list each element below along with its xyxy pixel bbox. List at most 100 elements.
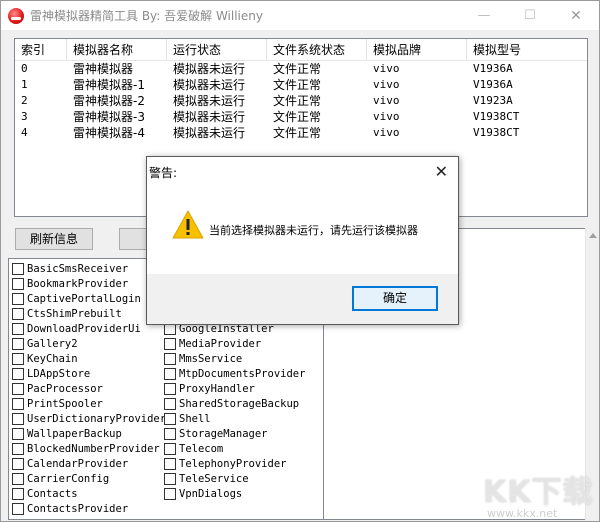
- checkbox-label: ProxyHandler: [179, 382, 255, 395]
- checkbox[interactable]: [164, 367, 176, 380]
- package-checkbox-item[interactable]: PacProcessor: [12, 381, 103, 396]
- checkbox-label: Contacts: [27, 487, 78, 500]
- package-checkbox-item[interactable]: LDAppStore: [12, 366, 90, 381]
- checkbox[interactable]: [164, 352, 176, 365]
- ok-button[interactable]: 确定: [352, 286, 438, 311]
- package-checkbox-item[interactable]: TelephonyProvider: [164, 456, 286, 471]
- scroll-up-arrow-icon[interactable]: [589, 233, 597, 238]
- table-row[interactable]: 3 雷神模拟器-3 模拟器未运行 文件正常 vivo V1938CT: [15, 109, 587, 125]
- cell-index: 3: [21, 110, 28, 123]
- checkbox[interactable]: [164, 442, 176, 455]
- package-checkbox-item[interactable]: CalendarProvider: [12, 456, 128, 471]
- checkbox[interactable]: [12, 262, 24, 275]
- checkbox-label: CarrierConfig: [27, 472, 110, 485]
- checkbox[interactable]: [164, 472, 176, 485]
- package-checkbox-item[interactable]: WallpaperBackup: [12, 426, 122, 441]
- checkbox[interactable]: [12, 337, 24, 350]
- column-header-model[interactable]: 模拟型号: [467, 39, 587, 61]
- package-checkbox-item[interactable]: TeleService: [164, 471, 249, 486]
- checkbox[interactable]: [164, 382, 176, 395]
- package-checkbox-item[interactable]: CtsShimPrebuilt: [12, 306, 122, 321]
- package-checkbox-item[interactable]: ProxyHandler: [164, 381, 255, 396]
- column-header-brand[interactable]: 模拟品牌: [367, 39, 467, 61]
- checkbox-label: PrintSpooler: [27, 397, 103, 410]
- watermark: KK下载 www.kkx.net: [479, 467, 599, 522]
- checkbox-label: CaptivePortalLogin: [27, 292, 141, 305]
- checkbox[interactable]: [12, 487, 24, 500]
- checkbox-label: LDAppStore: [27, 367, 91, 380]
- package-checkbox-item[interactable]: ContactsProvider: [12, 501, 128, 516]
- cell-model: V1938CT: [473, 110, 520, 123]
- package-checkbox-item[interactable]: MmsService: [164, 351, 242, 366]
- checkbox[interactable]: [12, 412, 24, 425]
- dialog-title: 警告:: [149, 166, 178, 180]
- checkbox[interactable]: [12, 292, 24, 305]
- checkbox[interactable]: [164, 412, 176, 425]
- cell-index: 4: [21, 126, 28, 139]
- refresh-info-button[interactable]: 刷新信息: [15, 228, 93, 250]
- checkbox[interactable]: [12, 307, 24, 320]
- table-row[interactable]: 0 雷神模拟器 模拟器未运行 文件正常 vivo V1936A: [15, 61, 587, 77]
- checkbox[interactable]: [12, 397, 24, 410]
- checkbox-label: CalendarProvider: [27, 457, 129, 470]
- table-row[interactable]: 2 雷神模拟器-2 模拟器未运行 文件正常 vivo V1923A: [15, 93, 587, 109]
- dialog-body: 当前选择模拟器未运行，请先运行该模拟器: [147, 187, 458, 274]
- column-header-name[interactable]: 模拟器名称: [67, 39, 167, 61]
- maximize-button[interactable]: ☐: [507, 1, 553, 30]
- package-checkbox-item[interactable]: BlockedNumberProvider: [12, 441, 160, 456]
- checkbox[interactable]: [12, 352, 24, 365]
- package-checkbox-item[interactable]: PrintSpooler: [12, 396, 103, 411]
- checkbox[interactable]: [12, 502, 24, 515]
- checkbox[interactable]: [164, 457, 176, 470]
- package-checkbox-item[interactable]: VpnDialogs: [164, 486, 242, 501]
- column-header-fs-status[interactable]: 文件系统状态: [267, 39, 367, 61]
- cell-fs-status: 文件正常: [273, 110, 322, 124]
- checkbox-label: StorageManager: [179, 427, 268, 440]
- package-checkbox-item[interactable]: CarrierConfig: [12, 471, 109, 486]
- minimize-button[interactable]: —: [461, 1, 507, 30]
- cell-name: 雷神模拟器-2: [73, 94, 145, 108]
- checkbox[interactable]: [164, 487, 176, 500]
- cell-run-status: 模拟器未运行: [173, 94, 246, 108]
- package-checkbox-item[interactable]: MtpDocumentsProvider: [164, 366, 305, 381]
- title-bar[interactable]: 雷神模拟器精简工具 By: 吾爱破解 Willieny — ☐ ✕: [1, 1, 599, 30]
- package-checkbox-item[interactable]: CaptivePortalLogin: [12, 291, 141, 306]
- package-checkbox-item[interactable]: BookmarkProvider: [12, 276, 128, 291]
- package-checkbox-item[interactable]: UserDictionaryProvider: [12, 411, 166, 426]
- package-checkbox-item[interactable]: StorageManager: [164, 426, 268, 441]
- package-checkbox-item[interactable]: Shell: [164, 411, 211, 426]
- cell-model: V1936A: [473, 78, 513, 91]
- checkbox-label: TeleService: [179, 472, 249, 485]
- checkbox[interactable]: [12, 322, 24, 335]
- package-checkbox-item[interactable]: DownloadProviderUi: [12, 321, 141, 336]
- checkbox[interactable]: [12, 442, 24, 455]
- checkbox[interactable]: [12, 382, 24, 395]
- checkbox[interactable]: [164, 337, 176, 350]
- cell-brand: vivo: [373, 110, 400, 123]
- checkbox[interactable]: [12, 367, 24, 380]
- window-close-button[interactable]: ✕: [553, 1, 599, 30]
- dialog-close-button[interactable]: ✕: [435, 162, 448, 181]
- table-row[interactable]: 4 雷神模拟器-4 模拟器未运行 文件正常 vivo V1938CT: [15, 125, 587, 141]
- checkbox-label: Shell: [179, 412, 211, 425]
- warning-dialog: 警告: ✕ 当前选择模拟器未运行，请先运行该模拟器 确定: [146, 156, 459, 325]
- column-header-index[interactable]: 索引: [15, 39, 67, 61]
- package-checkbox-item[interactable]: MediaProvider: [164, 336, 261, 351]
- checkbox[interactable]: [164, 397, 176, 410]
- checkbox[interactable]: [12, 472, 24, 485]
- package-checkbox-item[interactable]: Gallery2: [12, 336, 78, 351]
- checkbox[interactable]: [12, 427, 24, 440]
- checkbox-label: DownloadProviderUi: [27, 322, 141, 335]
- package-checkbox-item[interactable]: Contacts: [12, 486, 78, 501]
- checkbox[interactable]: [164, 427, 176, 440]
- package-checkbox-item[interactable]: Telecom: [164, 441, 223, 456]
- checkbox[interactable]: [12, 277, 24, 290]
- dialog-title-bar[interactable]: 警告: ✕: [147, 157, 458, 187]
- package-checkbox-item[interactable]: SharedStorageBackup: [164, 396, 299, 411]
- checkbox[interactable]: [12, 457, 24, 470]
- column-header-run-status[interactable]: 运行状态: [167, 39, 267, 61]
- checkbox-label: TelephonyProvider: [179, 457, 287, 470]
- package-checkbox-item[interactable]: BasicSmsReceiver: [12, 261, 128, 276]
- table-row[interactable]: 1 雷神模拟器-1 模拟器未运行 文件正常 vivo V1936A: [15, 77, 587, 93]
- package-checkbox-item[interactable]: KeyChain: [12, 351, 78, 366]
